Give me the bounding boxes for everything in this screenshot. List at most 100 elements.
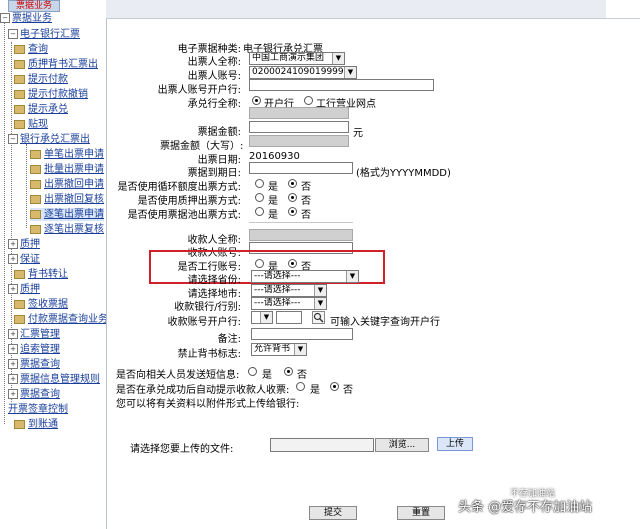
sms-label: 是否向相关人员发送短信息:: [116, 370, 240, 381]
search-icon[interactable]: [312, 311, 325, 324]
expand-icon[interactable]: +: [8, 329, 18, 339]
endorse-select[interactable]: 允许背书 ▼: [251, 343, 307, 356]
revolving-no-label: 否: [301, 182, 311, 193]
sidebar-item-ebank-draft[interactable]: − 电子银行汇票: [8, 28, 80, 41]
sidebar-tree: 票据业务 − 票据业务 − 电子银行汇票 查询 质押背书汇票出 提示付款 提示付款撤…: [0, 0, 107, 529]
amount-label: 票据金额:: [197, 127, 241, 138]
province-select[interactable]: ---请选择--- ▼: [251, 270, 359, 283]
sms-yes-radio[interactable]: [248, 367, 257, 376]
sidebar-item[interactable]: + 汇票管理: [8, 328, 60, 341]
endorse-label: 禁止背书标志:: [177, 349, 241, 360]
sidebar-subitem[interactable]: 出票撤回申请: [30, 178, 104, 191]
collapse-icon[interactable]: −: [8, 134, 18, 144]
bank-label: 收款银行/行别:: [174, 302, 241, 313]
pledge-no-radio[interactable]: [288, 193, 297, 202]
expand-icon[interactable]: +: [8, 344, 18, 354]
expand-icon[interactable]: +: [8, 389, 18, 399]
expand-icon[interactable]: +: [8, 239, 18, 249]
sidebar-item[interactable]: + 质押: [8, 283, 40, 296]
drawer-bank-input[interactable]: [249, 79, 434, 91]
payee-name-input[interactable]: [249, 229, 353, 241]
revolving-no-radio[interactable]: [288, 179, 297, 188]
sidebar-item-bank-accept[interactable]: − 银行承兑汇票出: [8, 133, 90, 146]
sidebar-item[interactable]: + 票据信息管理规则: [8, 373, 100, 386]
pool-yes-radio[interactable]: [255, 207, 264, 216]
collapse-icon[interactable]: −: [0, 13, 10, 23]
sidebar-item-acceptance[interactable]: 提示承兑: [14, 103, 68, 116]
pool-label: 是否使用票据池出票方式:: [127, 210, 241, 221]
sidebar-item[interactable]: 开票签章控制: [8, 403, 68, 416]
folder-icon: [14, 44, 25, 54]
sidebar-item[interactable]: 付款票据查询业务: [14, 313, 106, 326]
folder-icon: [30, 164, 41, 174]
sidebar-subitem[interactable]: 单笔出票申请: [30, 148, 104, 161]
folder-icon: [30, 149, 41, 159]
folder-icon: [30, 194, 41, 204]
drawer-acct-select[interactable]: 0200024109019999888 ▼: [249, 66, 357, 79]
folder-icon: [14, 119, 25, 129]
chevron-down-icon: ▼: [260, 312, 272, 323]
expand-icon[interactable]: +: [8, 359, 18, 369]
city-select[interactable]: ---请选择--- ▼: [251, 284, 327, 297]
amount-input[interactable]: [249, 121, 349, 133]
acceptor-radio-branch[interactable]: [252, 96, 261, 105]
sidebar-item-payment[interactable]: 提示付款: [14, 73, 68, 86]
sidebar-item[interactable]: + 追索管理: [8, 343, 60, 356]
collapse-icon[interactable]: −: [8, 29, 18, 39]
province-label: 请选择省份:: [187, 275, 241, 286]
sidebar-item[interactable]: + 票据查询: [8, 358, 60, 371]
submit-button[interactable]: 提交: [309, 506, 357, 520]
file-path-input[interactable]: [270, 438, 374, 452]
acceptor-radio-outlet[interactable]: [304, 96, 313, 105]
sidebar-subitem[interactable]: 逐笔出票复核: [30, 223, 104, 236]
sidebar-subitem[interactable]: 出票撤回复核: [30, 193, 104, 206]
expand-icon[interactable]: +: [8, 374, 18, 384]
folder-icon: [30, 179, 41, 189]
sidebar-subitem-active[interactable]: 逐笔出票申请: [30, 208, 104, 221]
pool-no-radio[interactable]: [288, 207, 297, 216]
icbc-yes-radio[interactable]: [255, 259, 264, 268]
sidebar-item-pledge-endorse[interactable]: 质押背书汇票出: [14, 58, 98, 71]
upload-label: 请选择您要上传的文件:: [130, 444, 234, 455]
pledge-yes-label: 是: [268, 196, 278, 207]
expand-icon[interactable]: +: [8, 254, 18, 264]
acceptor-name-field: [249, 107, 349, 119]
sidebar-item[interactable]: + 票据查询: [8, 388, 60, 401]
upload-button[interactable]: 上传: [437, 437, 473, 451]
payee-bank-select[interactable]: ▼: [251, 311, 273, 324]
sidebar-item[interactable]: + 保证: [8, 253, 40, 266]
sms-no-radio[interactable]: [284, 367, 293, 376]
sidebar-subitem[interactable]: 批量出票申请: [30, 163, 104, 176]
sidebar-item[interactable]: + 质押: [8, 238, 40, 251]
icbc-no-radio[interactable]: [288, 259, 297, 268]
revolving-yes-radio[interactable]: [255, 179, 264, 188]
drawer-name-select[interactable]: 中国工商演示集团 ▼: [249, 52, 345, 65]
remark-input[interactable]: [251, 328, 353, 340]
sidebar-item-root[interactable]: − 票据业务: [0, 12, 52, 25]
sidebar-item[interactable]: 背书转让: [14, 268, 68, 281]
pledge-yes-radio[interactable]: [255, 193, 264, 202]
auto-no-label: 否: [343, 385, 353, 396]
auto-yes-radio[interactable]: [296, 382, 305, 391]
tree-line: [4, 14, 5, 424]
payee-bank-label: 收款账号开户行:: [167, 317, 241, 328]
top-banner: [106, 0, 640, 19]
due-date-input[interactable]: [249, 162, 353, 174]
chevron-down-icon: ▼: [294, 344, 306, 355]
sidebar-item-query[interactable]: 查询: [14, 43, 48, 56]
issue-date-value: 20160930: [249, 151, 300, 162]
bank-select[interactable]: ---请选择--- ▼: [251, 297, 327, 310]
expand-icon[interactable]: +: [8, 284, 18, 294]
sidebar-item[interactable]: 签收票据: [14, 298, 68, 311]
payee-bank-keyword-input[interactable]: [276, 311, 302, 324]
folder-icon: [14, 269, 25, 279]
auto-no-radio[interactable]: [330, 382, 339, 391]
sidebar-item-payment-revoke[interactable]: 提示付款撤销: [14, 88, 88, 101]
sidebar-item[interactable]: 到账通: [14, 418, 58, 431]
folder-icon: [14, 314, 25, 324]
sidebar-header: 票据业务: [8, 0, 60, 12]
browse-button[interactable]: 浏览...: [375, 438, 429, 452]
reset-button[interactable]: 重置: [397, 506, 445, 520]
amount-cn-field: [249, 135, 349, 147]
sidebar-item-discount[interactable]: 贴现: [14, 118, 48, 131]
